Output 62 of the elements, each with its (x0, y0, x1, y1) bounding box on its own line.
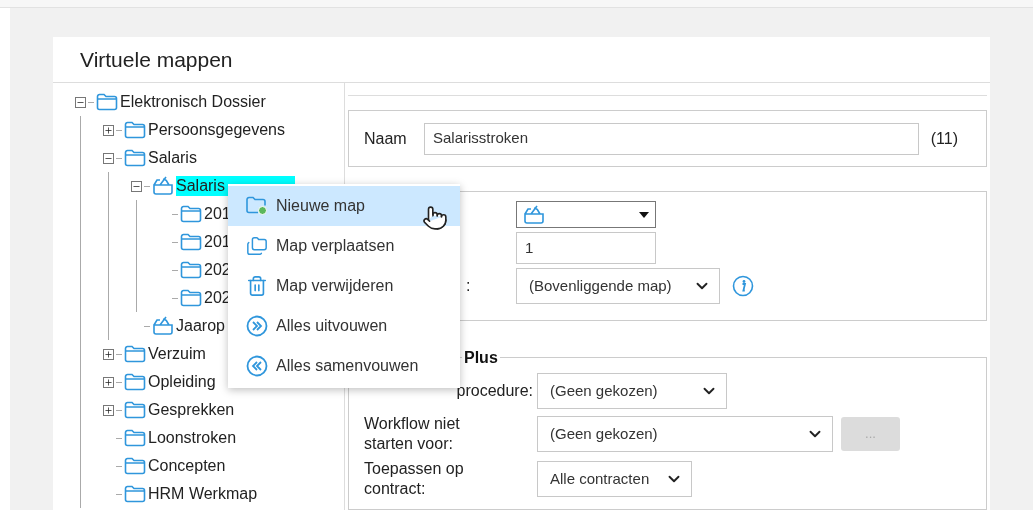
folder-icon (180, 205, 202, 223)
expand-toggle[interactable] (103, 404, 114, 416)
name-input[interactable]: Salarisstroken (424, 122, 919, 155)
expand-toggle[interactable] (103, 376, 114, 388)
character-count: (11) (930, 128, 958, 149)
folder-icon (96, 93, 118, 111)
tree-item[interactable]: Persoonsgegevens (148, 120, 285, 140)
field-label: Naam (364, 128, 408, 149)
expand-all-icon (246, 315, 268, 337)
collapse-toggle[interactable] (103, 152, 114, 164)
folder-icon (180, 289, 202, 307)
tray-icon (152, 176, 174, 196)
field-label: Workflow niet starten voor: (364, 414, 461, 454)
collapse-toggle[interactable] (131, 180, 142, 192)
folder-icon (124, 121, 146, 139)
order-input[interactable]: 1 (516, 232, 656, 264)
expand-toggle[interactable] (103, 124, 114, 136)
hand-cursor-icon (422, 205, 448, 231)
tree-item[interactable]: Concepten (148, 456, 226, 476)
folder-icon (124, 485, 146, 503)
plus-icon (104, 405, 113, 415)
tree-item[interactable]: Opleiding (148, 372, 216, 392)
tree-item[interactable]: Salaris (148, 148, 197, 168)
tree-item[interactable]: Gesprekken (148, 400, 235, 420)
plus-icon (104, 377, 113, 387)
tree-item[interactable]: Verzuim (148, 344, 206, 364)
collapse-all-icon (246, 355, 268, 377)
tree-item[interactable]: Loonstroken (148, 428, 237, 448)
menu-item[interactable]: Alles uitvouwen (228, 306, 460, 346)
folder-icon (124, 149, 146, 167)
dropdown[interactable]: Alle contracten (537, 461, 692, 497)
menu-item[interactable]: Nieuwe map (228, 186, 460, 226)
field-label: : (466, 276, 471, 296)
folders-icon (246, 235, 268, 257)
dropdown-arrow-icon (639, 211, 649, 218)
info-icon (732, 275, 754, 297)
tree-item[interactable]: Elektronisch Dossier (120, 92, 266, 112)
field-label: Toepassen op contract: (364, 459, 465, 499)
page-title: Virtuele mappen (80, 46, 233, 73)
folder-icon (124, 401, 146, 419)
folder-icon (124, 429, 146, 447)
folder-icon (180, 233, 202, 251)
folder-icon (180, 261, 202, 279)
tree-item[interactable]: HRM Werkmap (148, 484, 258, 504)
folder-icon (124, 457, 146, 475)
expand-toggle[interactable] (103, 348, 114, 360)
menu-item[interactable]: Map verwijderen (228, 266, 460, 306)
folder-icon (124, 373, 146, 391)
plus-icon (104, 125, 113, 135)
parent-dropdown[interactable]: (Bovenliggende map) (516, 268, 720, 304)
tray-icon (523, 204, 545, 225)
dropdown[interactable]: (Geen gekozen) (537, 416, 833, 452)
dropdown[interactable]: (Geen gekozen) (537, 373, 727, 409)
tree-item[interactable]: Jaarop (176, 316, 225, 336)
icon-dropdown[interactable] (516, 201, 656, 228)
collapse-toggle[interactable] (75, 96, 86, 108)
folder-icon (124, 345, 146, 363)
menu-item[interactable]: Map verplaatsen (228, 226, 460, 266)
tray-icon (152, 316, 174, 336)
plus-icon (104, 349, 113, 359)
new-folder-icon (246, 196, 268, 216)
trash-icon (246, 275, 268, 297)
